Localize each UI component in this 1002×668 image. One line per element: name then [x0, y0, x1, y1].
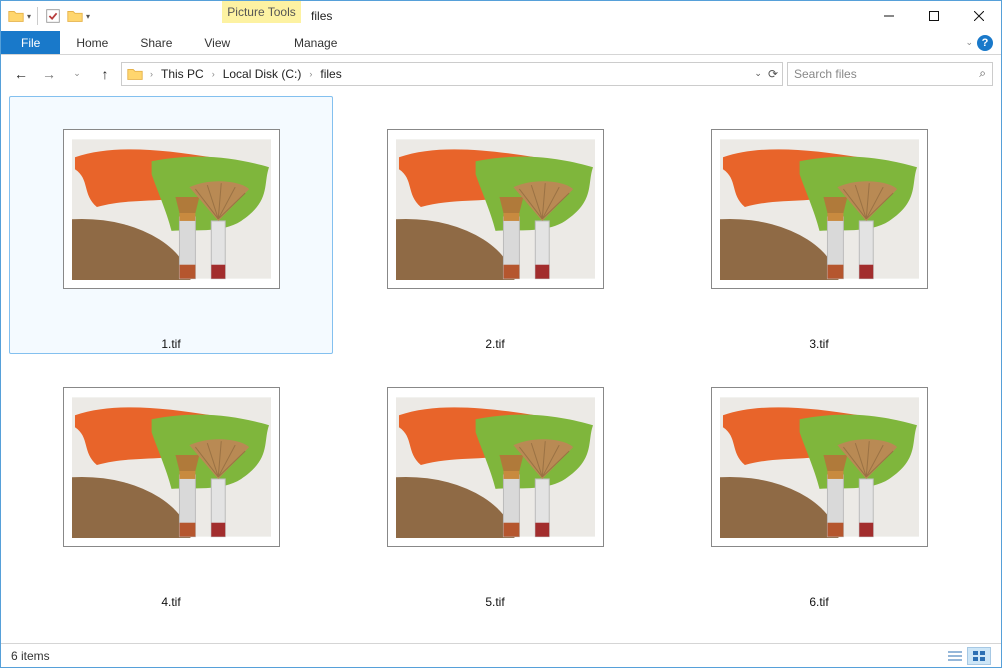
file-name[interactable]: 1.tif [161, 337, 180, 351]
breadcrumb[interactable]: Local Disk (C:) [221, 67, 304, 81]
details-view-button[interactable] [943, 647, 967, 665]
file-name[interactable]: 2.tif [485, 337, 504, 351]
file-item[interactable]: 5.tif [333, 354, 657, 612]
chevron-right-icon[interactable]: › [208, 69, 219, 79]
divider [37, 7, 38, 25]
back-button[interactable]: ← [9, 62, 33, 86]
item-count: 6 items [11, 649, 50, 663]
tab-file[interactable]: File [1, 31, 60, 54]
minimize-button[interactable] [866, 1, 911, 30]
file-thumbnail [63, 129, 280, 289]
help-icon[interactable]: ? [977, 35, 993, 51]
chevron-right-icon[interactable]: › [146, 69, 157, 79]
file-name[interactable]: 3.tif [809, 337, 828, 351]
refresh-icon[interactable]: ⟳ [768, 67, 778, 81]
close-button[interactable] [956, 1, 1001, 30]
file-name[interactable]: 5.tif [485, 595, 504, 609]
maximize-button[interactable] [911, 1, 956, 30]
folder-icon [7, 7, 25, 25]
title-bar: ▾ ▾ Picture Tools files [1, 1, 1001, 31]
file-thumbnail [387, 129, 604, 289]
ribbon-collapse-icon[interactable]: ⌄ [965, 37, 973, 48]
tab-manage[interactable]: Manage [276, 31, 355, 54]
ribbon-tabs: File Home Share View Manage ⌄ ? [1, 31, 1001, 55]
breadcrumb[interactable]: This PC [159, 67, 206, 81]
file-thumbnail [63, 387, 280, 547]
address-bar[interactable]: › This PC › Local Disk (C:) › files ⌄ ⟳ [121, 62, 783, 86]
file-item[interactable]: 1.tif [9, 96, 333, 354]
file-name[interactable]: 4.tif [161, 595, 180, 609]
search-placeholder: Search files [794, 67, 857, 81]
file-name[interactable]: 6.tif [809, 595, 828, 609]
chevron-right-icon[interactable]: › [305, 69, 316, 79]
contextual-tab-picture-tools[interactable]: Picture Tools [222, 1, 301, 23]
file-item[interactable]: 4.tif [9, 354, 333, 612]
recent-locations-button[interactable]: ⌄ [65, 62, 89, 86]
file-item[interactable]: 3.tif [657, 96, 981, 354]
qa-dropdown-icon[interactable]: ▾ [27, 12, 31, 21]
breadcrumb[interactable]: files [318, 67, 343, 81]
file-item[interactable]: 6.tif [657, 354, 981, 612]
properties-icon[interactable] [44, 7, 62, 25]
search-input[interactable]: Search files ⌕ [787, 62, 993, 86]
search-icon: ⌕ [979, 66, 986, 81]
navigation-row: ← → ⌄ ↑ › This PC › Local Disk (C:) › fi… [1, 55, 1001, 92]
file-pane[interactable]: 1.tif 2.tif [1, 92, 1001, 643]
file-thumbnail [711, 387, 928, 547]
status-bar: 6 items [1, 643, 1001, 667]
file-thumbnail [387, 387, 604, 547]
window-title: files [311, 9, 332, 23]
new-folder-icon[interactable] [66, 7, 84, 25]
file-item[interactable]: 2.tif [333, 96, 657, 354]
forward-button[interactable]: → [37, 62, 61, 86]
address-dropdown-icon[interactable]: ⌄ [754, 68, 762, 79]
up-button[interactable]: ↑ [93, 62, 117, 86]
thumbnails-view-button[interactable] [967, 647, 991, 665]
folder-icon [126, 65, 144, 83]
tab-home[interactable]: Home [60, 31, 124, 54]
file-thumbnail [711, 129, 928, 289]
tab-view[interactable]: View [188, 31, 246, 54]
quick-access-toolbar: ▾ ▾ [1, 1, 90, 31]
window-controls [866, 1, 1001, 31]
tab-share[interactable]: Share [124, 31, 188, 54]
qa-customize-icon[interactable]: ▾ [86, 12, 90, 21]
